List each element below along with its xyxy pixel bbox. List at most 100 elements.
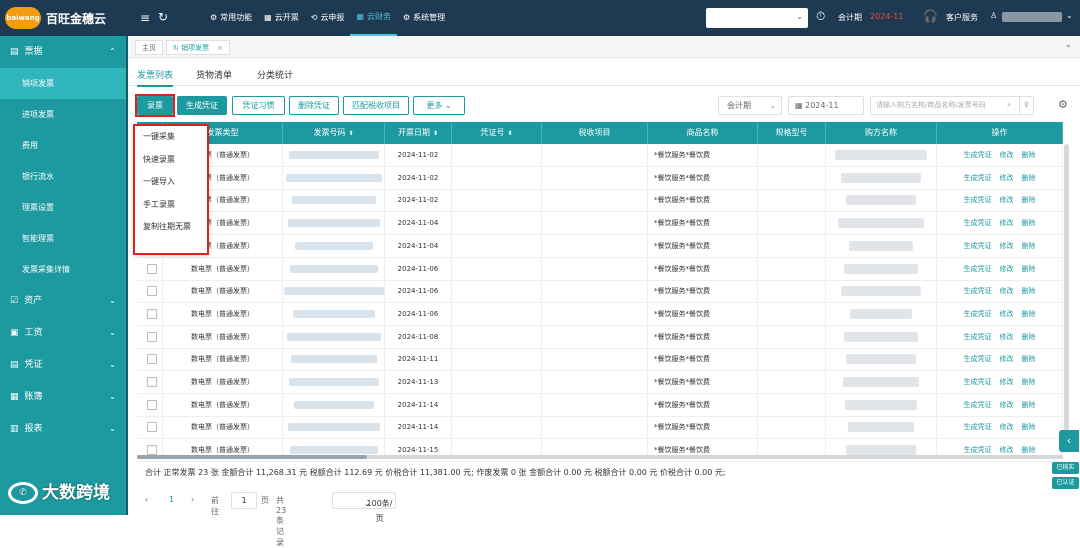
sidebar-item[interactable]: 理票设置 [0, 192, 126, 223]
row-checkbox[interactable] [147, 331, 157, 342]
table-row[interactable]: 数电票（普通发票） 2024-11-04 *餐饮服务*餐饮费 生成凭证 修改 删除 [137, 212, 1063, 236]
row-checkbox[interactable] [147, 377, 157, 387]
generate-voucher-link[interactable]: 生成凭证 [964, 174, 992, 182]
sidebar-group[interactable]: ☑ 资产 ⌄ [0, 285, 126, 317]
delete-link[interactable]: 删除 [1022, 378, 1036, 386]
sidebar-item[interactable]: 销项发票 [0, 68, 126, 99]
customer-service-link[interactable]: 客户服务 [946, 12, 978, 23]
chevron-down-icon[interactable]: ⌄ [1066, 11, 1073, 20]
sidebar-group[interactable]: ▦ 账簿 ⌄ [0, 381, 126, 413]
date-picker[interactable]: ▦ 2024-11 [788, 96, 864, 115]
delete-link[interactable]: 删除 [1022, 242, 1036, 250]
subtab-invoice-list[interactable]: 发票列表 [137, 68, 174, 87]
gear-icon[interactable]: ⚙ [1058, 98, 1068, 111]
row-checkbox[interactable] [147, 399, 157, 410]
edit-link[interactable]: 修改 [1000, 446, 1014, 454]
sort-icon[interactable]: ⬍ [433, 130, 438, 137]
search-icon[interactable]: ⌕ [1007, 97, 1011, 114]
top-nav-item[interactable]: ⟲ 云申报 [305, 0, 351, 36]
close-icon[interactable]: × [217, 44, 223, 52]
voucher-habit-button[interactable]: 凭证习惯 [232, 96, 285, 115]
edit-link[interactable]: 修改 [1000, 333, 1014, 341]
next-page-icon[interactable]: › [191, 495, 194, 504]
more-button[interactable]: 更多 ⌄ [413, 96, 465, 115]
edit-link[interactable]: 修改 [1000, 265, 1014, 273]
tab-home[interactable]: 主页 [135, 40, 163, 55]
generate-voucher-link[interactable]: 生成凭证 [964, 401, 992, 409]
table-row[interactable]: 数电票（普通发票） 2024-11-04 *餐饮服务*餐饮费 生成凭证 修改 删除 [137, 234, 1063, 258]
generate-voucher-link[interactable]: 生成凭证 [964, 219, 992, 227]
edit-link[interactable]: 修改 [1000, 196, 1014, 204]
horizontal-scroll-thumb[interactable] [137, 455, 367, 459]
row-checkbox[interactable] [147, 445, 157, 456]
table-row[interactable]: 数电票（普通发票） 2024-11-14 *餐饮服务*餐饮费 生成凭证 修改 删除 [137, 416, 1063, 440]
table-row[interactable]: 数电票（普通发票） 2024-11-06 *餐饮服务*餐饮费 生成凭证 修改 删除 [137, 302, 1063, 326]
edit-link[interactable]: 修改 [1000, 174, 1014, 182]
top-nav-item[interactable]: ▦ 云开票 [258, 0, 305, 36]
page-size-select[interactable]: 100条/页 ⌄ [332, 492, 396, 523]
row-checkbox[interactable] [147, 286, 157, 297]
subtab-category-stats[interactable]: 分类统计 [257, 68, 293, 81]
delete-link[interactable]: 删除 [1022, 174, 1036, 182]
generate-voucher-link[interactable]: 生成凭证 [964, 287, 992, 295]
vertical-scrollbar[interactable] [1064, 144, 1069, 444]
edit-link[interactable]: 修改 [1000, 219, 1014, 227]
company-select[interactable]: ⌄ [706, 8, 808, 28]
delete-link[interactable]: 删除 [1022, 265, 1036, 273]
row-checkbox[interactable] [147, 354, 157, 365]
delete-link[interactable]: 删除 [1022, 287, 1036, 295]
edit-link[interactable]: 修改 [1000, 423, 1014, 431]
table-row[interactable]: 数电票（普通发票） 2024-11-11 *餐饮服务*餐饮费 生成凭证 修改 删除 [137, 348, 1063, 372]
generate-voucher-link[interactable]: 生成凭证 [964, 333, 992, 341]
chevron-down-icon[interactable]: ⌄ [1064, 40, 1072, 50]
generate-voucher-link[interactable]: 生成凭证 [964, 378, 992, 386]
top-nav-item[interactable]: ⚙ 系统管理 [397, 0, 451, 36]
delete-link[interactable]: 删除 [1022, 219, 1036, 227]
top-nav-item[interactable]: ⚙ 常用功能 [204, 0, 258, 36]
generate-voucher-link[interactable]: 生成凭证 [964, 355, 992, 363]
tab-sales-invoice[interactable]: ↻ 销项发票 × [166, 40, 231, 55]
table-row[interactable]: 数电票（普通发票） 2024-11-02 *餐饮服务*餐饮费 生成凭证 修改 删除 [137, 144, 1063, 167]
subtab-goods-list[interactable]: 货物清单 [196, 68, 232, 81]
generate-voucher-link[interactable]: 生成凭证 [964, 423, 992, 431]
sidebar-item[interactable]: 智能理票 [0, 223, 126, 254]
sort-icon[interactable]: ⬍ [348, 130, 353, 137]
top-nav-item[interactable]: ▦ 云财务 [350, 0, 397, 36]
manual-record-item[interactable]: 手工录票 [135, 194, 207, 217]
page-current[interactable]: 1 [169, 495, 174, 504]
sidebar-item[interactable]: 发票采集详情 [0, 254, 126, 285]
delete-link[interactable]: 删除 [1022, 423, 1036, 431]
column-header[interactable]: 发票号码 ⬍ [283, 122, 385, 144]
delete-link[interactable]: 删除 [1022, 310, 1036, 318]
table-row[interactable]: 数电票（普通发票） 2024-11-08 *餐饮服务*餐饮费 生成凭证 修改 删除 [137, 325, 1063, 349]
sidebar-item[interactable]: 进项发票 [0, 99, 126, 130]
row-checkbox[interactable] [147, 263, 157, 274]
delete-link[interactable]: 删除 [1022, 446, 1036, 454]
generate-voucher-link[interactable]: 生成凭证 [964, 242, 992, 250]
delete-link[interactable]: 删除 [1022, 333, 1036, 341]
edit-link[interactable]: 修改 [1000, 287, 1014, 295]
delete-link[interactable]: 删除 [1022, 196, 1036, 204]
refresh-icon[interactable]: ↻ [158, 10, 168, 24]
table-row[interactable]: 数电票（普通发票） 2024-11-02 *餐饮服务*餐饮费 生成凭证 修改 删除 [137, 189, 1063, 213]
edit-link[interactable]: 修改 [1000, 151, 1014, 159]
table-row[interactable]: 数电票（普通发票） 2024-11-13 *餐饮服务*餐饮费 生成凭证 修改 删除 [137, 371, 1063, 394]
menu-icon[interactable]: ≡ [140, 11, 150, 25]
edit-link[interactable]: 修改 [1000, 401, 1014, 409]
copy-previous-item[interactable]: 复制往期无票 [135, 216, 207, 239]
sidebar-group[interactable]: ▣ 工资 ⌄ [0, 317, 126, 349]
generate-voucher-link[interactable]: 生成凭证 [964, 265, 992, 273]
period-value[interactable]: 2024-11 [870, 12, 903, 21]
user-name[interactable] [1002, 12, 1062, 22]
generate-voucher-link[interactable]: 生成凭证 [964, 446, 992, 454]
edit-link[interactable]: 修改 [1000, 242, 1014, 250]
one-click-collect-item[interactable]: 一键采集 [135, 126, 207, 149]
filter-icon[interactable]: ⊽ [1018, 97, 1029, 114]
generate-voucher-link[interactable]: 生成凭证 [964, 151, 992, 159]
table-row[interactable]: 数电票（普通发票） 2024-11-06 *餐饮服务*餐饮费 生成凭证 修改 删除 [137, 257, 1063, 281]
delete-voucher-button[interactable]: 删除凭证 [289, 96, 339, 115]
certified-button[interactable]: 已认证 [1052, 477, 1079, 489]
edit-link[interactable]: 修改 [1000, 355, 1014, 363]
table-row[interactable]: 数电票（普通发票） 2024-11-02 *餐饮服务*餐饮费 生成凭证 修改 删除 [137, 166, 1063, 190]
table-row[interactable]: 数电票（普通发票） 2024-11-14 *餐饮服务*餐饮费 生成凭证 修改 删除 [137, 393, 1063, 417]
